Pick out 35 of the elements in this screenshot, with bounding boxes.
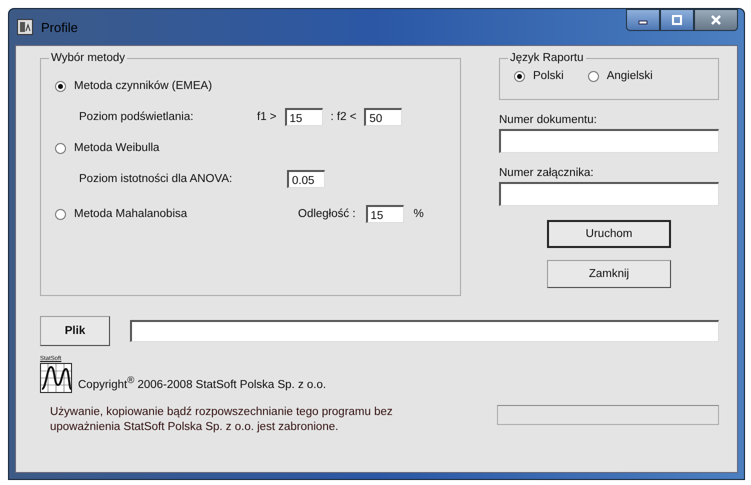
language-radio[interactable]: Polski: [514, 70, 564, 82]
app-icon: [17, 19, 33, 35]
close-icon: [711, 15, 721, 25]
maximize-button[interactable]: [660, 9, 694, 31]
input-field[interactable]: 15: [284, 108, 323, 126]
close-button[interactable]: [694, 9, 738, 31]
field-label: f1 >: [257, 111, 277, 123]
window-title: Profile: [41, 20, 78, 34]
minimize-button[interactable]: [626, 9, 660, 31]
field-label: Odległość :: [298, 208, 356, 220]
method-radio[interactable]: Metoda Weibulla: [55, 142, 160, 154]
group-title: Język Raportu: [509, 52, 585, 64]
unit-label: %: [414, 208, 424, 220]
dialog-button[interactable]: Zamknij: [547, 260, 671, 288]
copyright-text: Copyright$^{®}$ 2006-2008 StatSoft Polska Sp. z o.o.: [78, 375, 326, 393]
chart-logo-icon: [40, 363, 72, 393]
maximize-icon: [672, 15, 682, 25]
method-radio[interactable]: Metoda Mahalanobisa: [55, 208, 288, 220]
notice-text: Używanie, kopiowanie bądź rozpowszechnianie tego programu bez upoważnienia StatSoft Polska Sp. z o.o. jest zabronione.: [49, 405, 394, 435]
field-label: Numer dokumentu:: [499, 114, 598, 126]
dialog-button[interactable]: Uruchom: [547, 220, 671, 248]
field-label: Poziom podświetlania:: [79, 111, 194, 123]
input-field[interactable]: [499, 129, 719, 153]
field-label: Poziom istotności dla ANOVA:: [79, 173, 234, 185]
file-path-field[interactable]: [130, 320, 719, 342]
method-radio[interactable]: Metoda czynników (EMEA): [55, 80, 212, 92]
group-title: Wybór metody: [50, 52, 126, 64]
field-label: : f2 <: [330, 111, 356, 123]
input-field[interactable]: [499, 182, 719, 206]
file-button[interactable]: Plik: [40, 316, 110, 346]
input-field[interactable]: 50: [364, 108, 402, 126]
field-label: Numer załącznika:: [499, 167, 595, 179]
input-field[interactable]: 0.05: [287, 170, 325, 188]
language-radio[interactable]: Angielski: [588, 70, 653, 82]
input-field[interactable]: 15: [366, 205, 404, 223]
